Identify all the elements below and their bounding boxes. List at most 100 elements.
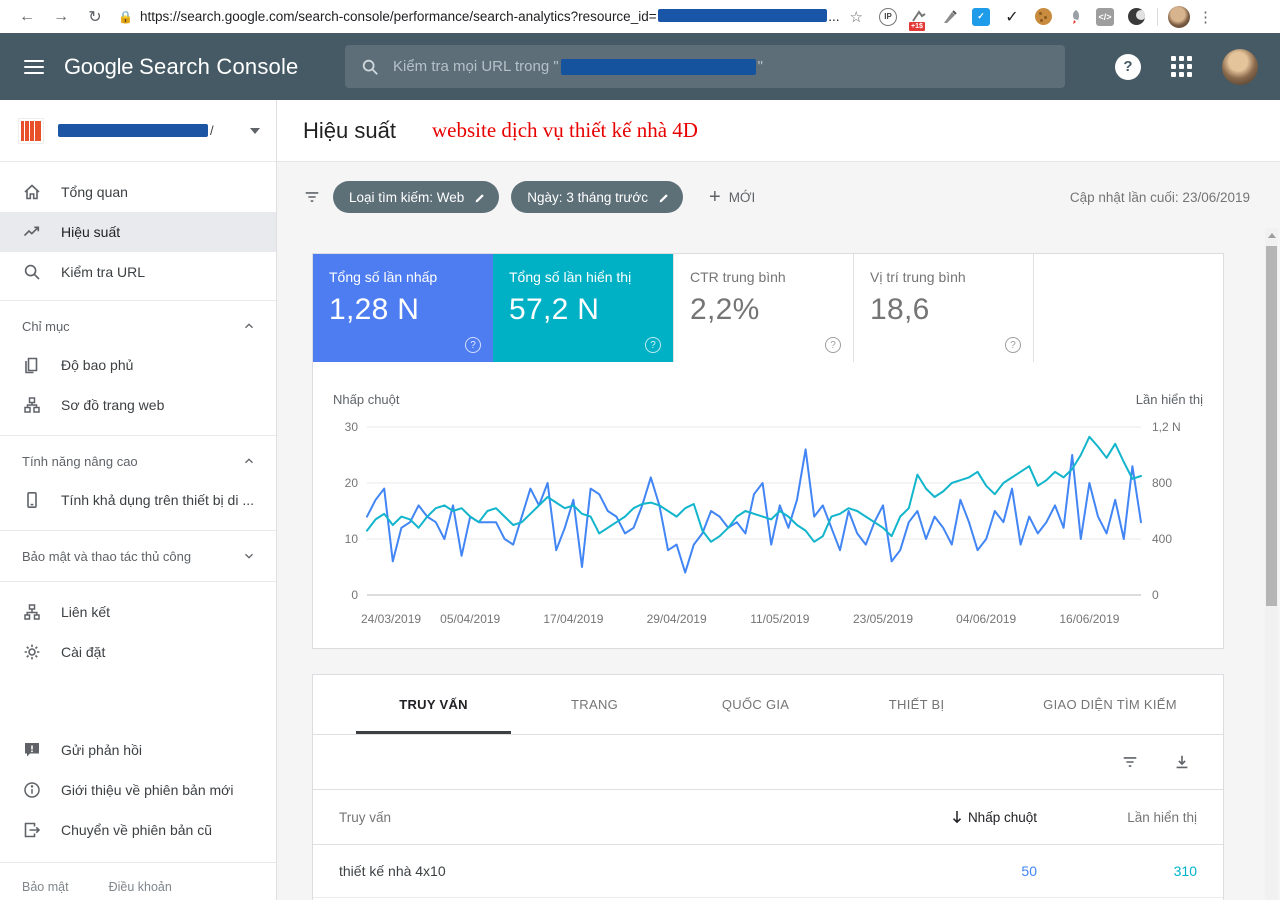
red-annotation: website dịch vụ thiết kế nhà 4D	[432, 118, 698, 142]
help-question-icon[interactable]: ?	[825, 337, 841, 353]
tab-pages[interactable]: TRANG	[514, 675, 675, 734]
hamburger-menu-icon[interactable]	[24, 59, 44, 74]
blue-check-extension-icon[interactable]: ✓	[970, 6, 992, 28]
sidebar-item-sitemaps[interactable]: Sơ đồ trang web	[0, 385, 276, 425]
metric-average-ctr[interactable]: CTR trung bình 2,2% ?	[673, 254, 853, 362]
property-selector[interactable]: /	[0, 100, 276, 161]
exit-to-app-icon	[24, 822, 41, 838]
links-icon	[24, 604, 40, 620]
download-icon[interactable]	[1173, 753, 1191, 771]
help-question-icon[interactable]: ?	[645, 337, 661, 353]
left-axis-label: Nhấp chuột	[333, 392, 400, 407]
sidebar-item-coverage[interactable]: Độ bao phủ	[0, 345, 276, 385]
chevron-down-icon	[250, 127, 260, 134]
tab-search-appearance[interactable]: GIAO DIỆN TÌM KIẾM	[997, 675, 1223, 734]
help-question-icon[interactable]: ?	[465, 337, 481, 353]
sidebar-item-settings[interactable]: Cài đặt	[0, 632, 276, 672]
metric-total-clicks[interactable]: Tổng số lần nhấp 1,28 N ?	[313, 254, 493, 362]
url-inspect-search-input[interactable]: Kiểm tra mọi URL trong " "	[345, 45, 1065, 88]
table-toolbar	[313, 735, 1223, 790]
metric-average-position[interactable]: Vị trí trung bình 18,6 ?	[853, 254, 1033, 362]
column-impressions[interactable]: Lần hiển thị	[1037, 810, 1197, 825]
sidebar-item-url-inspection[interactable]: Kiểm tra URL	[0, 252, 276, 292]
right-axis-label: Lần hiển thị	[1135, 392, 1203, 407]
padlock-icon: 🔒	[118, 9, 133, 24]
edit-pencil-icon	[475, 192, 485, 202]
extensions-row: IP +1$ ✓ ✓ </>	[877, 6, 1147, 31]
browser-toolbar: ← → ↻ 🔒 https://search.google.com/search…	[0, 0, 1280, 33]
help-icon[interactable]: ?	[1115, 53, 1141, 80]
reload-icon[interactable]: ↻	[82, 4, 108, 30]
help-question-icon[interactable]: ?	[1005, 337, 1021, 353]
svg-text:24/03/2019: 24/03/2019	[361, 612, 421, 626]
cookie-extension-icon[interactable]	[1032, 6, 1054, 28]
gear-icon	[24, 644, 40, 660]
column-query[interactable]: Truy vấn	[339, 810, 862, 825]
tab-countries[interactable]: QUỐC GIA	[675, 675, 836, 734]
rocket-extension-icon[interactable]	[1063, 6, 1085, 28]
svg-text:16/06/2019: 16/06/2019	[1059, 612, 1119, 626]
coverage-pages-icon	[25, 357, 38, 374]
scrollbar-thumb[interactable]	[1266, 246, 1277, 606]
sidebar-item-mobile-usability[interactable]: Tính khả dụng trên thiết bị di ...	[0, 480, 276, 520]
tab-queries[interactable]: TRUY VẤN	[353, 675, 514, 734]
back-icon[interactable]: ←	[14, 4, 40, 30]
table-row[interactable]: thiết kế nhà 4x10 50 310	[313, 845, 1223, 898]
dark-circle-extension-icon[interactable]	[1125, 6, 1147, 28]
column-clicks-sorted[interactable]: Nhấp chuột	[862, 810, 1037, 825]
edit-pencil-icon	[659, 192, 669, 202]
filter-list-icon[interactable]	[303, 188, 321, 206]
gsc-logo[interactable]: Google Search Console	[64, 54, 299, 80]
section-index[interactable]: Chỉ mục	[0, 307, 276, 345]
site-favicon	[18, 117, 44, 144]
sidebar-item-switch-old-version[interactable]: Chuyển về phiên bản cũ	[0, 810, 276, 850]
section-security[interactable]: Bảo mật và thao tác thủ công	[0, 537, 276, 575]
metric-total-impressions[interactable]: Tổng số lần hiển thị 57,2 N ?	[493, 254, 673, 362]
scroll-up-arrow[interactable]	[1265, 228, 1278, 243]
search-placeholder: Kiểm tra mọi URL trong "	[393, 58, 559, 75]
performance-chart: Nhấp chuột Lần hiển thị 0 0 10 400 20 800 30 1,…	[313, 362, 1223, 648]
search-icon	[362, 59, 378, 75]
search-redaction	[560, 58, 756, 75]
sidebar-item-performance[interactable]: Hiệu suất	[0, 212, 276, 252]
terms-link[interactable]: Điều khoản	[109, 880, 172, 894]
plus-icon: +	[709, 185, 721, 208]
smartphone-icon	[27, 491, 37, 508]
sidebar-item-feedback[interactable]: Gửi phản hồi	[0, 730, 276, 770]
ip-extension-icon[interactable]: IP	[877, 6, 899, 28]
section-enhancements[interactable]: Tính năng nâng cao	[0, 442, 276, 480]
table-filter-icon[interactable]	[1121, 753, 1139, 771]
line-chart[interactable]: 0 0 10 400 20 800 30 1,2 N 24/03/2019 05/04/2019 1…	[333, 411, 1205, 639]
home-icon	[24, 184, 40, 200]
checkmark-extension-icon[interactable]: ✓	[1001, 6, 1023, 28]
chevron-up-icon	[245, 458, 253, 464]
svg-text:30: 30	[345, 420, 359, 434]
tab-devices[interactable]: THIẾT BỊ	[836, 675, 997, 734]
info-icon	[24, 782, 40, 798]
svg-text:05/04/2019: 05/04/2019	[440, 612, 500, 626]
page-title: Hiệu suất	[303, 117, 396, 143]
svg-text:0: 0	[351, 588, 358, 602]
chrome-profile-avatar[interactable]	[1168, 5, 1190, 28]
toolbar-divider	[1157, 7, 1158, 26]
bookmark-star-icon[interactable]: ☆	[850, 8, 863, 26]
last-updated-text: Cập nhật lần cuối: 23/06/2019	[1069, 189, 1250, 205]
svg-text:23/05/2019: 23/05/2019	[853, 612, 913, 626]
filter-chip-search-type[interactable]: Loại tìm kiếm: Web	[333, 181, 500, 213]
apps-grid-icon[interactable]	[1171, 56, 1192, 77]
sidebar-item-links[interactable]: Liên kết	[0, 592, 276, 632]
sidebar-item-about-new-version[interactable]: Giới thiệu về phiên bản mới	[0, 770, 276, 810]
vertical-scrollbar[interactable]	[1265, 228, 1278, 900]
pen-extension-icon[interactable]	[939, 6, 961, 28]
privacy-link[interactable]: Bảo mật	[22, 880, 69, 894]
money-extension-icon[interactable]: +1$	[908, 6, 930, 31]
account-avatar[interactable]	[1222, 48, 1258, 85]
chrome-menu-icon[interactable]: ⋮	[1198, 8, 1213, 26]
filter-chip-date[interactable]: Ngày: 3 tháng trước	[511, 181, 683, 213]
sidebar-item-overview[interactable]: Tổng quan	[0, 172, 276, 212]
new-filter-button[interactable]: + MỚI	[709, 186, 755, 209]
svg-text:0: 0	[1152, 588, 1159, 602]
forward-icon[interactable]: →	[48, 4, 74, 30]
address-bar[interactable]: 🔒 https://search.google.com/search-conso…	[118, 8, 863, 26]
code-extension-icon[interactable]: </>	[1094, 6, 1116, 28]
